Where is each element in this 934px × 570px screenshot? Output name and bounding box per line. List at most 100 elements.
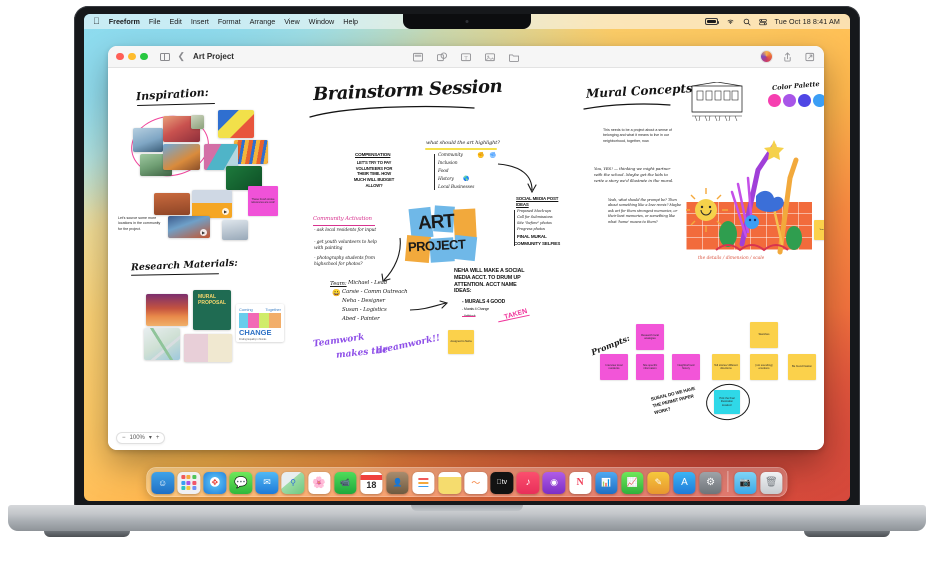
menu-item-insert[interactable]: Insert [191, 17, 209, 26]
messages-icon[interactable]: 💬 [229, 471, 253, 494]
numbers-icon[interactable]: 📈 [621, 471, 644, 494]
contacts-icon[interactable]: 👤 [386, 471, 409, 494]
share-icon[interactable] [783, 51, 794, 62]
notes-icon[interactable] [438, 471, 461, 494]
sticky-note-interview[interactable]: Interview local residents [600, 354, 628, 380]
search-icon[interactable] [743, 18, 751, 26]
macos-dock[interactable]: ☺ ✥ 💬 ✉ ⚲ 🌸 📹 18 👤 〜 tv ♪ ◉ N 📊 📈 ✎ A ⚙ … [146, 467, 788, 497]
photo-thumbnail[interactable] [191, 115, 204, 129]
control-center-icon[interactable] [758, 18, 767, 26]
building-sketch[interactable] [688, 82, 746, 124]
close-button[interactable] [116, 52, 124, 61]
sticky-note-small[interactable]: Your idea [814, 220, 824, 240]
menu-item-view[interactable]: View [284, 17, 299, 26]
launchpad-icon[interactable] [177, 471, 200, 494]
photo-thumbnail-video[interactable]: ▶ [168, 216, 210, 238]
settings-icon[interactable]: ⚙ [699, 471, 722, 494]
sticky-note-assigned[interactable]: Assigned to Neha [448, 330, 474, 354]
photos-icon[interactable]: 🌸 [307, 471, 331, 494]
wifi-icon[interactable] [726, 18, 735, 25]
avatar-icon[interactable] [761, 51, 772, 62]
research-doc-mural-proposal[interactable]: MURAL PROPOSAL [193, 290, 231, 330]
downloads-folder-icon[interactable]: 📷 [734, 471, 757, 494]
sticky-note-focus[interactable]: Be found fixation [788, 354, 816, 380]
insert-file-icon[interactable] [509, 52, 520, 62]
shapes-icon[interactable] [437, 51, 448, 62]
sticky-note-site-info[interactable]: Site specific information [636, 354, 664, 380]
research-doc-thumbnail[interactable] [146, 294, 188, 326]
facetime-icon[interactable]: 📹 [334, 471, 357, 494]
sticky-note-neighborhood-history[interactable]: Neighborhood history [672, 354, 700, 380]
finder-icon[interactable]: ☺ [151, 471, 174, 494]
freeform-icon[interactable]: 〜 [464, 471, 487, 494]
palette-swatch-1[interactable] [768, 94, 781, 107]
photo-thumbnail[interactable] [154, 193, 190, 215]
traffic-lights[interactable] [116, 52, 148, 61]
menu-item-help[interactable]: Help [343, 17, 358, 26]
sticky-note-sketches[interactable]: Sketches [750, 322, 778, 348]
research-food-thumbnail[interactable] [184, 334, 232, 362]
palette-swatch-4[interactable] [813, 94, 824, 107]
sticky-note-icon[interactable] [413, 52, 424, 62]
text-box-icon[interactable]: T [461, 52, 472, 62]
menu-item-arrange[interactable]: Arrange [250, 17, 276, 26]
menu-item-window[interactable]: Window [309, 17, 335, 26]
zoom-control[interactable]: − 100% ▾ + [116, 432, 166, 444]
pages-icon[interactable]: ✎ [647, 471, 670, 494]
zoom-out-button[interactable]: − [122, 435, 126, 441]
toolbar-center-group[interactable]: T [413, 51, 520, 62]
appstore-icon[interactable]: A [673, 471, 696, 494]
palette-swatch-3[interactable] [798, 94, 811, 107]
menu-item-file[interactable]: File [149, 17, 161, 26]
media-icon[interactable] [485, 52, 496, 62]
battery-icon[interactable] [704, 18, 720, 25]
art-project-logo[interactable]: ART PROJECT [404, 205, 480, 268]
maps-icon[interactable]: ⚲ [281, 471, 305, 494]
toolbar-right-group[interactable] [761, 51, 816, 62]
play-icon[interactable]: ▶ [222, 208, 229, 215]
sticky-note-research-analogies[interactable]: Research local analogies [636, 324, 664, 350]
menu-item-edit[interactable]: Edit [170, 17, 182, 26]
sticky-note-tell-stories[interactable]: Tell stories/ different directions [712, 354, 740, 380]
sidebar-toggle-icon[interactable] [159, 52, 170, 61]
palette-swatch-2[interactable] [783, 94, 796, 107]
sticky-note-magenta[interactable]: These brush stroke references are cool! [248, 186, 278, 216]
menu-item-freeform[interactable]: Freeform [109, 17, 140, 26]
freeform-window[interactable]: ❮ Art Project T Inspiration: These brush… [108, 46, 824, 450]
photo-thumbnail[interactable] [163, 144, 200, 170]
photo-thumbnail[interactable] [133, 128, 163, 152]
photo-thumbnail[interactable] [218, 110, 254, 138]
community-item-1: - ask local residents for input [314, 228, 377, 233]
reminders-icon[interactable] [412, 471, 435, 494]
back-chevron-icon[interactable]: ❮ [178, 52, 186, 61]
podcasts-icon[interactable]: ◉ [542, 471, 566, 494]
apple-logo-icon[interactable]:  [93, 16, 100, 26]
research-map-thumbnail[interactable] [144, 328, 180, 360]
freeform-canvas[interactable]: Inspiration: These brush stroke referenc… [108, 68, 824, 450]
zoom-button[interactable] [140, 52, 148, 61]
mail-icon[interactable]: ✉ [255, 471, 279, 494]
photo-thumbnail[interactable] [222, 220, 248, 240]
play-icon[interactable]: ▶ [200, 228, 207, 236]
trash-icon[interactable]: 🗑 [760, 471, 783, 494]
minimize-button[interactable] [128, 52, 136, 61]
menu-bar-clock[interactable]: Tue Oct 18 8:41 AM [775, 17, 840, 26]
highlight-item-history: History [438, 177, 454, 182]
sticky-note-emotions[interactable]: [not sounding] emotions [750, 354, 778, 380]
keynote-icon[interactable]: 📊 [594, 471, 618, 494]
news-icon[interactable]: N [568, 471, 592, 494]
collaborate-icon[interactable] [805, 52, 816, 62]
photo-thumbnail[interactable] [234, 140, 268, 164]
safari-icon[interactable]: ✥ [203, 471, 227, 494]
photo-thumbnail-video[interactable]: ▶ [192, 190, 232, 218]
menu-item-format[interactable]: Format [218, 17, 241, 26]
zoom-chevron-icon[interactable]: ▾ [149, 435, 152, 441]
arrow-community-to-logo [381, 237, 401, 282]
window-titlebar[interactable]: ❮ Art Project T [108, 46, 824, 68]
mural-illustration[interactable]: the details / dimension / scale [686, 126, 812, 274]
zoom-in-button[interactable]: + [156, 435, 160, 441]
appletv-icon[interactable]: tv [490, 471, 514, 494]
calendar-icon[interactable]: 18 [360, 471, 383, 494]
research-doc-change[interactable]: Coming Together CHANGE Finding Equality … [236, 304, 284, 342]
music-icon[interactable]: ♪ [516, 471, 540, 494]
